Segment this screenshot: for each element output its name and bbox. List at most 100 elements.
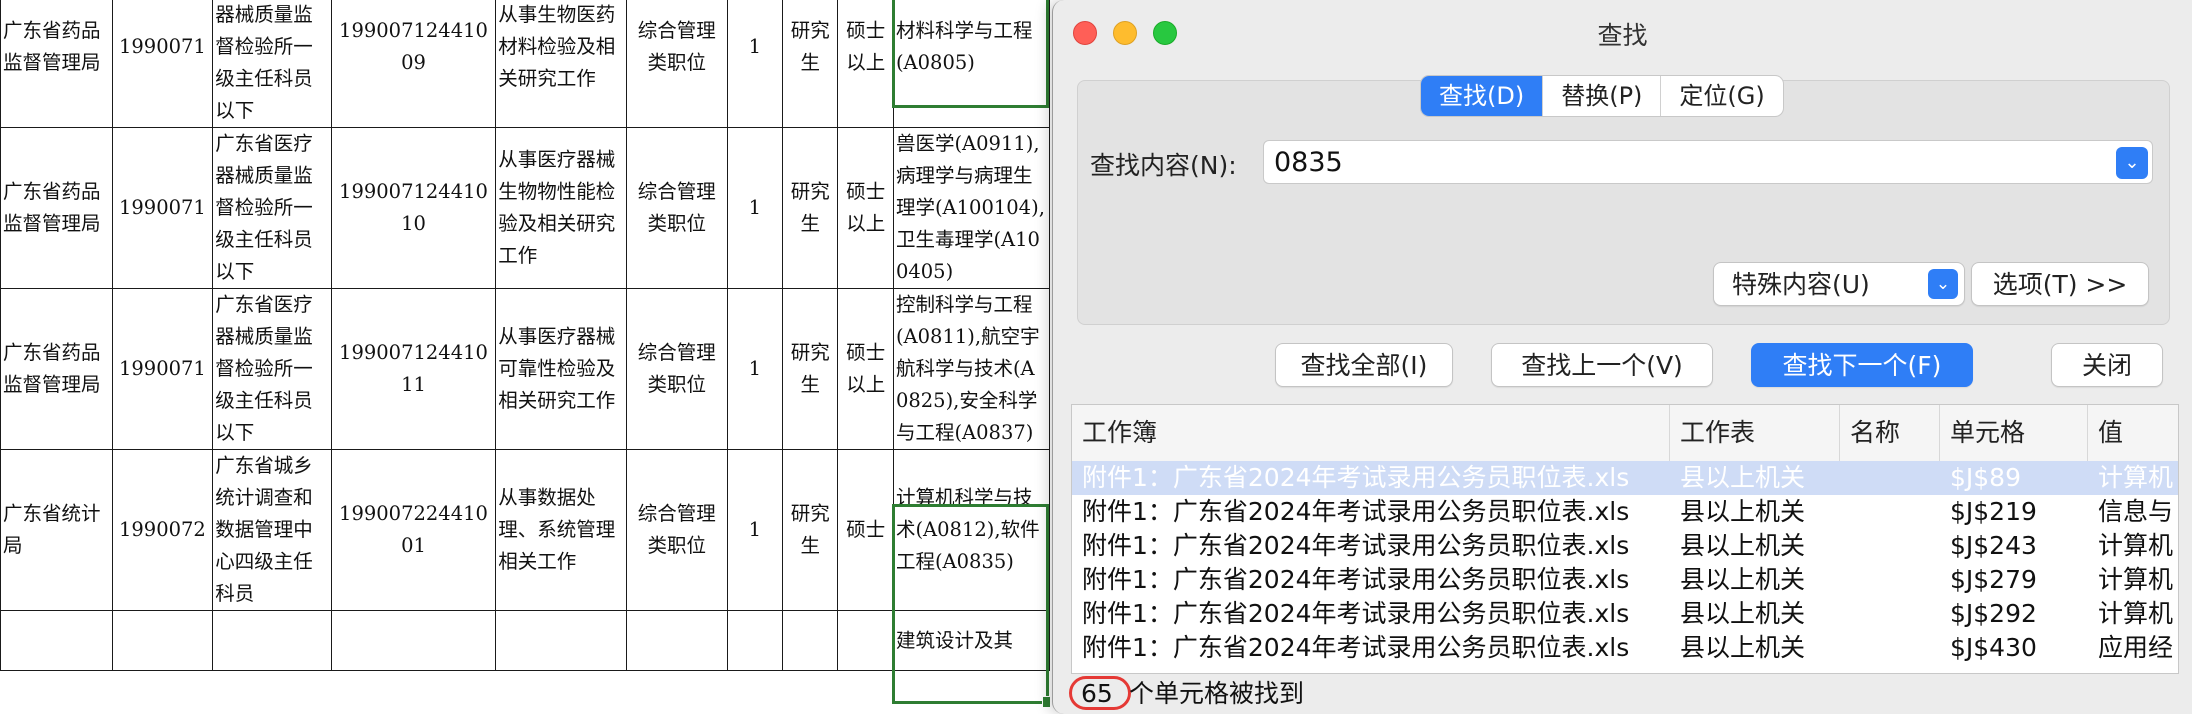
- column-header-cell[interactable]: 单元格: [1940, 405, 2088, 461]
- chevron-down-icon[interactable]: ⌄: [2116, 147, 2148, 179]
- sheet-cell-degree[interactable]: 硕士以上: [837, 288, 894, 450]
- result-cell: $J$219: [1950, 497, 2037, 526]
- sheet-cell-num[interactable]: [726, 610, 783, 671]
- sheet-cell-edu[interactable]: 研究生: [781, 0, 839, 128]
- result-cell: $J$292: [1950, 599, 2037, 628]
- sheet-cell-major[interactable]: 控制科学与工程(A0811),航空宇航科学与技术(A0825),安全科学与工程(…: [892, 288, 1050, 450]
- sheet-cell-degree[interactable]: 硕士以上: [837, 127, 894, 289]
- sheet-cell-unit[interactable]: 广东省医疗器械质量监督检验所一级主任科员以下: [212, 0, 332, 128]
- results-rows: 附件1：广东省2024年考试录用公务员职位表.xls 县以上机关 $J$89 计算机附…: [1072, 461, 2178, 665]
- result-value: 计算机: [2098, 531, 2174, 560]
- sheet-cell-category[interactable]: 综合管理类职位: [625, 127, 728, 289]
- result-row[interactable]: 附件1：广东省2024年考试录用公务员职位表.xls 县以上机关 $J$219 信息与: [1072, 495, 2178, 529]
- find-what-value[interactable]: 0835: [1274, 147, 1343, 178]
- spreadsheet-grid[interactable]: 广东省药品监督管理局1990071广东省医疗器械质量监督检验所一级主任科员以下1…: [0, 0, 1050, 714]
- tab-goto[interactable]: 定位(G): [1661, 76, 1782, 116]
- sheet-cell-num[interactable]: 1: [726, 288, 783, 450]
- status-bar: 65 个单元格被找到: [1069, 674, 2179, 714]
- result-row[interactable]: 附件1：广东省2024年考试录用公务员职位表.xls 县以上机关 $J$89 计算机: [1072, 461, 2178, 495]
- tab-bar: 查找(D) 替换(P) 定位(G): [1421, 76, 1783, 116]
- sheet-cell-edu[interactable]: 研究生: [781, 288, 839, 450]
- find-what-label: 查找内容(N):: [1090, 151, 1237, 180]
- sheet-cell-code[interactable]: 1990071: [111, 127, 214, 289]
- sheet-cell-major[interactable]: 材料科学与工程(A0805): [892, 0, 1050, 128]
- sheet-row: 广东省统计局 1990072 广东省城乡统计调查和数据管理中心四级主任科员 19900…: [0, 449, 1050, 611]
- sheet-cell-edu[interactable]: 研究生: [781, 127, 839, 289]
- dialog-titlebar[interactable]: 查找: [1053, 0, 2192, 64]
- sheet-cell-duty[interactable]: 从事医疗器械生物物性能检验及相关研究工作: [495, 127, 627, 289]
- sheet-cell-post-code[interactable]: 19900722441001: [330, 449, 497, 611]
- column-header-name[interactable]: 名称: [1840, 405, 1940, 461]
- result-cell: $J$279: [1950, 565, 2037, 594]
- close-button[interactable]: 关闭: [2051, 343, 2163, 387]
- sheet-cell-unit[interactable]: 广东省医疗器械质量监督检验所一级主任科员以下: [212, 288, 332, 450]
- result-workbook: 附件1：广东省2024年考试录用公务员职位表.xls: [1082, 497, 1630, 526]
- sheet-cell-duty[interactable]: 从事生物医药材料检验及相关研究工作: [495, 0, 627, 128]
- options-button[interactable]: 选项(T) >>: [1971, 262, 2149, 306]
- sheet-cell-dept[interactable]: [0, 610, 113, 671]
- sheet-cell-post-code[interactable]: 19900712441010: [330, 127, 497, 289]
- sheet-cell-degree[interactable]: 硕士: [837, 449, 894, 611]
- find-next-button[interactable]: 查找下一个(F): [1751, 343, 1973, 387]
- column-header-value[interactable]: 值: [2088, 405, 2178, 461]
- result-sheet: 县以上机关: [1680, 463, 1806, 492]
- tab-replace[interactable]: 替换(P): [1543, 76, 1662, 116]
- result-workbook: 附件1：广东省2024年考试录用公务员职位表.xls: [1082, 565, 1630, 594]
- sheet-cell-edu[interactable]: 研究生: [781, 449, 839, 611]
- sheet-cell-code[interactable]: 1990071: [111, 288, 214, 450]
- results-header: 工作簿 工作表 名称 单元格 值: [1072, 405, 2178, 462]
- special-content-button[interactable]: 特殊内容(U) ⌄: [1713, 262, 1965, 306]
- result-row[interactable]: 附件1：广东省2024年考试录用公务员职位表.xls 县以上机关 $J$292 计算机: [1072, 597, 2178, 631]
- sheet-cell-num[interactable]: 1: [726, 0, 783, 128]
- sheet-cell-duty[interactable]: [495, 610, 627, 671]
- fill-handle[interactable]: [1042, 696, 1050, 708]
- sheet-cell-major[interactable]: 兽医学(A0911),病理学与病理生理学(A100104),卫生毒理学(A100…: [892, 127, 1050, 289]
- result-value: 计算机: [2098, 565, 2174, 594]
- sheet-cell-degree[interactable]: [837, 610, 894, 671]
- sheet-cell-post-code[interactable]: 19900712441009: [330, 0, 497, 128]
- result-workbook: 附件1：广东省2024年考试录用公务员职位表.xls: [1082, 531, 1630, 560]
- sheet-cell-unit[interactable]: 广东省城乡统计调查和数据管理中心四级主任科员: [212, 449, 332, 611]
- sheet-cell-code[interactable]: [111, 610, 214, 671]
- results-list[interactable]: 工作簿 工作表 名称 单元格 值 附件1：广东省2024年考试录用公务员职位表.…: [1071, 404, 2179, 674]
- sheet-cell-category[interactable]: 综合管理类职位: [625, 0, 728, 128]
- result-workbook: 附件1：广东省2024年考试录用公务员职位表.xls: [1082, 463, 1630, 492]
- sheet-row: 广东省药品监督管理局1990071广东省医疗器械质量监督检验所一级主任科员以下1…: [0, 0, 1050, 128]
- result-sheet: 县以上机关: [1680, 531, 1806, 560]
- result-count: 65: [1081, 679, 1113, 708]
- sheet-cell-dept[interactable]: 广东省药品监督管理局: [0, 288, 113, 450]
- result-workbook: 附件1：广东省2024年考试录用公务员职位表.xls: [1082, 599, 1630, 628]
- find-previous-button[interactable]: 查找上一个(V): [1491, 343, 1713, 387]
- result-value: 信息与: [2098, 497, 2174, 526]
- tab-find[interactable]: 查找(D): [1421, 76, 1544, 116]
- sheet-cell-code[interactable]: 1990071: [111, 0, 214, 128]
- sheet-cell-num[interactable]: 1: [726, 449, 783, 611]
- result-sheet: 县以上机关: [1680, 497, 1806, 526]
- result-row[interactable]: 附件1：广东省2024年考试录用公务员职位表.xls 县以上机关 $J$279 计算机: [1072, 563, 2178, 597]
- sheet-cell-dept[interactable]: 广东省药品监督管理局: [0, 127, 113, 289]
- sheet-cell-dept[interactable]: 广东省药品监督管理局: [0, 0, 113, 128]
- find-what-field[interactable]: 0835 ⌄: [1263, 140, 2153, 184]
- sheet-cell-duty[interactable]: 从事医疗器械可靠性检验及相关研究工作: [495, 288, 627, 450]
- column-header-workbook[interactable]: 工作簿: [1072, 405, 1670, 461]
- sheet-cell-post-code[interactable]: [330, 610, 497, 671]
- sheet-cell-num[interactable]: 1: [726, 127, 783, 289]
- sheet-cell-category[interactable]: [625, 610, 728, 671]
- sheet-cell-code[interactable]: 1990072: [111, 449, 214, 611]
- column-header-sheet[interactable]: 工作表: [1670, 405, 1840, 461]
- sheet-cell-duty[interactable]: 从事数据处理、系统管理相关工作: [495, 449, 627, 611]
- sheet-cell-major[interactable]: 计算机科学与技术(A0812),软件工程(A0835): [892, 449, 1050, 611]
- result-row[interactable]: 附件1：广东省2024年考试录用公务员职位表.xls 县以上机关 $J$430 应用经: [1072, 631, 2178, 665]
- sheet-cell-edu[interactable]: [781, 610, 839, 671]
- sheet-cell-unit[interactable]: [212, 610, 332, 671]
- find-all-button[interactable]: 查找全部(I): [1275, 343, 1453, 387]
- sheet-cell-category[interactable]: 综合管理类职位: [625, 288, 728, 450]
- result-row[interactable]: 附件1：广东省2024年考试录用公务员职位表.xls 县以上机关 $J$243 计算机: [1072, 529, 2178, 563]
- sheet-cell-dept[interactable]: 广东省统计局: [0, 449, 113, 611]
- sheet-cell-unit[interactable]: 广东省医疗器械质量监督检验所一级主任科员以下: [212, 127, 332, 289]
- sheet-cell-category[interactable]: 综合管理类职位: [625, 449, 728, 611]
- sheet-cell-major[interactable]: 建筑设计及其: [892, 610, 1050, 671]
- sheet-cell-degree[interactable]: 硕士以上: [837, 0, 894, 128]
- special-content-label: 特殊内容(U): [1732, 270, 1870, 299]
- sheet-cell-post-code[interactable]: 19900712441011: [330, 288, 497, 450]
